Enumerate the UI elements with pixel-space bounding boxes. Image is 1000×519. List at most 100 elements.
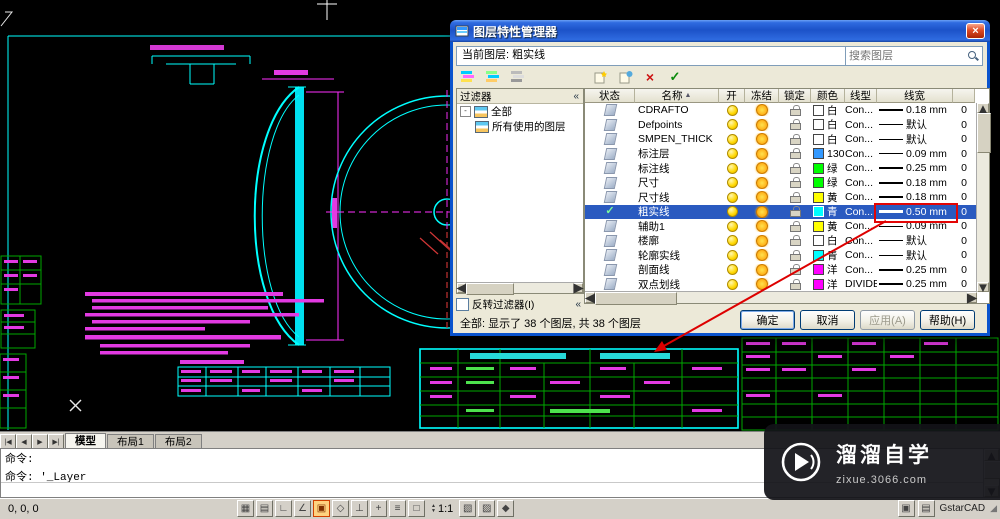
grid-toggle[interactable]: ▤ xyxy=(256,500,273,517)
layer-lock-toggle[interactable] xyxy=(779,278,811,290)
layer-linetype[interactable]: Con... xyxy=(845,206,877,218)
resize-grip[interactable]: ◢ xyxy=(990,503,997,514)
scroll-thumb[interactable] xyxy=(977,113,991,153)
scroll-right-button[interactable]: ▶ xyxy=(967,290,977,305)
layer-freeze-toggle[interactable] xyxy=(745,147,779,160)
ok-button[interactable]: 确定 xyxy=(740,310,795,330)
layer-states-manager-button[interactable] xyxy=(508,68,528,85)
col-freeze[interactable]: 冻结 xyxy=(745,89,779,103)
scroll-thumb[interactable] xyxy=(466,283,514,295)
layer-lineweight[interactable]: 0.18 mm xyxy=(877,104,953,116)
layer-row[interactable]: 轮廓实线 青 Con... 默认 0 xyxy=(585,248,977,263)
layer-linetype[interactable]: Con... xyxy=(845,162,877,174)
tab-nav-button[interactable]: ▶| xyxy=(48,434,64,449)
layer-freeze-toggle[interactable] xyxy=(745,133,779,146)
scroll-left-button[interactable]: ◀ xyxy=(456,280,466,295)
ducs-toggle[interactable]: ⊥ xyxy=(351,500,368,517)
layer-row[interactable]: 尺寸 绿 Con... 0.18 mm 0 xyxy=(585,176,977,191)
help-button[interactable]: 帮助(H) xyxy=(920,310,975,330)
col-lineweight[interactable]: 线宽 xyxy=(877,89,953,103)
snap-toggle[interactable]: ▦ xyxy=(237,500,254,517)
layer-freeze-toggle[interactable] xyxy=(745,263,779,276)
col-linetype[interactable]: 线型 xyxy=(845,89,877,103)
layer-on-toggle[interactable] xyxy=(719,278,745,290)
layer-linetype[interactable]: Con... xyxy=(845,119,877,131)
layer-lock-toggle[interactable] xyxy=(779,235,811,247)
model-toggle[interactable]: □ xyxy=(408,500,425,517)
invert-filter-checkbox[interactable] xyxy=(456,297,469,311)
col-on[interactable]: 开 xyxy=(719,89,745,103)
col-name[interactable]: 名称 ▲ xyxy=(635,89,719,103)
clean-screen-toggle[interactable]: ▤ xyxy=(917,500,935,517)
layer-lineweight[interactable]: 0.18 mm xyxy=(877,177,953,189)
layer-linetype[interactable]: Con... xyxy=(845,104,877,116)
layer-on-toggle[interactable] xyxy=(719,119,745,131)
new-layer-button[interactable] xyxy=(590,68,610,85)
layer-lineweight[interactable]: 0.09 mm xyxy=(877,148,953,160)
layer-color[interactable]: 青 xyxy=(811,248,845,263)
layer-table-hscrollbar[interactable]: ◀ ▶ xyxy=(585,290,977,305)
layer-freeze-toggle[interactable] xyxy=(745,234,779,247)
layer-row[interactable]: 楼廓 白 Con... 默认 0 xyxy=(585,234,977,249)
otrack-toggle[interactable]: ◇ xyxy=(332,500,349,517)
lwt-toggle[interactable]: ≡ xyxy=(389,500,406,517)
scale-spinner[interactable]: ▲ ▼ xyxy=(431,503,436,514)
layer-color[interactable]: 白 xyxy=(811,132,845,147)
tree-expander-icon[interactable]: - xyxy=(460,106,471,117)
layer-lock-toggle[interactable] xyxy=(779,206,811,218)
layer-table-vscrollbar[interactable]: ▲ ▼ xyxy=(976,101,991,295)
layer-lineweight[interactable]: 0.18 mm xyxy=(877,191,953,203)
layer-lock-toggle[interactable] xyxy=(779,249,811,261)
layer-linetype[interactable]: Con... xyxy=(845,177,877,189)
layer-lineweight[interactable]: 0.25 mm xyxy=(877,278,953,290)
polar-toggle[interactable]: ∠ xyxy=(294,500,311,517)
layer-color[interactable]: 白 xyxy=(811,233,845,248)
layer-linetype[interactable]: Con... xyxy=(845,249,877,261)
new-group-filter-button[interactable] xyxy=(483,68,503,85)
layer-linetype[interactable]: Con... xyxy=(845,133,877,145)
set-current-button[interactable]: ✓ xyxy=(665,68,685,85)
layer-on-toggle[interactable] xyxy=(719,220,745,232)
layer-lock-toggle[interactable] xyxy=(779,264,811,276)
osnap-toggle[interactable]: ▣ xyxy=(313,500,330,517)
layer-color[interactable]: 黄 xyxy=(811,219,845,234)
layer-linetype[interactable]: Con... xyxy=(845,220,877,232)
layer-color[interactable]: 洋 xyxy=(811,262,845,277)
layer-on-toggle[interactable] xyxy=(719,249,745,261)
layer-freeze-toggle[interactable] xyxy=(745,205,779,218)
new-property-filter-button[interactable] xyxy=(458,68,478,85)
layer-color[interactable]: 白 xyxy=(811,103,845,118)
layer-on-toggle[interactable] xyxy=(719,148,745,160)
ortho-toggle[interactable]: ∟ xyxy=(275,500,292,517)
tab-模型[interactable]: 模型 xyxy=(65,433,106,449)
tab-nav-button[interactable]: ▶ xyxy=(32,434,48,449)
layer-lock-toggle[interactable] xyxy=(779,191,811,203)
layer-row[interactable]: 双点划线 洋 DIVIDE 0.25 mm 0 xyxy=(585,277,977,292)
layer-lineweight[interactable]: 0.25 mm xyxy=(877,162,953,174)
layer-linetype[interactable]: Con... xyxy=(845,264,877,276)
layer-lock-toggle[interactable] xyxy=(779,162,811,174)
col-color[interactable]: 颜色 xyxy=(811,89,845,103)
layer-on-toggle[interactable] xyxy=(719,264,745,276)
layer-lock-toggle[interactable] xyxy=(779,119,811,131)
scroll-thumb[interactable] xyxy=(595,292,677,305)
layer-color[interactable]: 130 xyxy=(811,148,845,160)
cancel-button[interactable]: 取消 xyxy=(800,310,855,330)
layer-color[interactable]: 绿 xyxy=(811,175,845,190)
layer-row[interactable]: Defpoints 白 Con... 默认 0 xyxy=(585,118,977,133)
layer-lock-toggle[interactable] xyxy=(779,220,811,232)
scroll-down-button[interactable]: ▼ xyxy=(976,280,989,295)
delete-layer-button[interactable]: × xyxy=(640,68,660,85)
layer-on-toggle[interactable] xyxy=(719,177,745,189)
layer-freeze-toggle[interactable] xyxy=(745,278,779,291)
col-extra[interactable] xyxy=(953,89,975,103)
apply-button[interactable]: 应用(A) xyxy=(860,310,915,330)
scroll-right-button[interactable]: ▶ xyxy=(573,280,583,295)
layer-row[interactable]: SMPEN_THICK 白 Con... 默认 0 xyxy=(585,132,977,147)
collapse-filter-button[interactable]: « xyxy=(572,91,580,102)
scroll-up-button[interactable]: ▲ xyxy=(976,101,989,116)
filter-tree-hscrollbar[interactable]: ◀ ▶ xyxy=(456,280,584,295)
scroll-left-button[interactable]: ◀ xyxy=(585,290,595,305)
layer-freeze-toggle[interactable] xyxy=(745,220,779,233)
workspace-toggle[interactable]: ◆ xyxy=(497,500,515,517)
